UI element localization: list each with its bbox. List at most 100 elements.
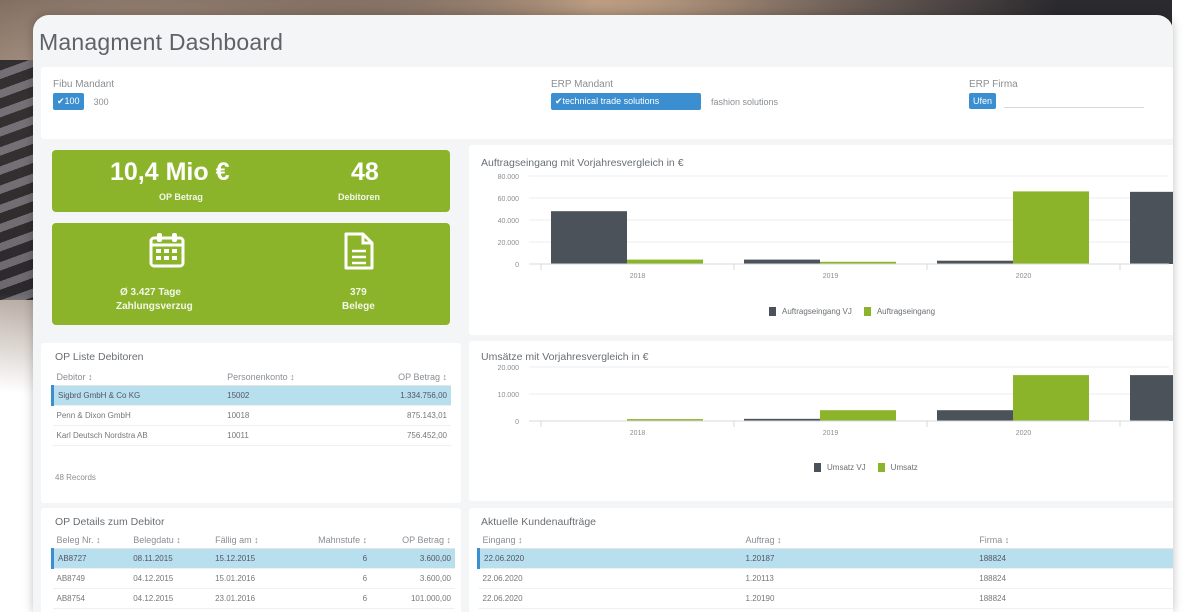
orders-row[interactable]: 22.06.2020 1.20190 188824 [478, 588, 1173, 609]
legend-orders-prev: Auftragseingang VJ [782, 307, 852, 316]
op-list-cell: 10018 [223, 405, 354, 426]
op-details-cell: 3.600,00 [371, 548, 455, 569]
op-details-cell: AB8749 [52, 568, 130, 589]
op-details-cell: 04.12.2015 [129, 588, 212, 609]
op-list-column-header[interactable]: Debitor ↕ [52, 369, 224, 386]
orders-cell: 22.06.2020 [478, 568, 742, 589]
orders-chart-bar[interactable] [744, 259, 820, 264]
payment-delay-value: Ø 3.427 Tage [120, 287, 181, 298]
op-list-table: Debitor ↕ Personenkonto ↕ OP Betrag ↕ Sigbr… [51, 369, 451, 446]
op-details-row[interactable]: AB8749 04.12.2015 15.01.2016 6 3.600,00 [52, 568, 455, 589]
orders-chart-bar[interactable] [551, 211, 627, 264]
op-list-cell: Sigbrd GmbH & Co KG [51, 385, 224, 406]
op-amount-label: OP Betrag [159, 192, 203, 202]
op-list-row[interactable]: Karl Deutsch Nordstra AB 10011 756.452,00 [52, 425, 451, 446]
op-list-cell: 756.452,00 [353, 425, 451, 446]
orders-chart-bar[interactable] [1013, 191, 1089, 264]
op-details-cell: 04.12.2015 [129, 568, 212, 589]
documents-label: Belege [342, 301, 375, 312]
sales-chart-bar[interactable] [1013, 375, 1089, 421]
op-list-cell: 1.334.756,00 [353, 385, 451, 406]
op-details-column-header[interactable]: Belegdatu ↕ [129, 532, 212, 549]
op-list-title: OP Liste Debitoren [55, 351, 144, 363]
documents-value: 379 [350, 287, 367, 298]
sales-chart-ytick-label: 0 [515, 419, 519, 426]
op-details-column-header[interactable]: Beleg Nr. ↕ [52, 532, 130, 549]
orders-panel: Aktuelle Kundenaufträge Eingang ↕ Auftrag… [469, 508, 1173, 612]
op-list-cell: Penn & Dixon GmbH [52, 405, 224, 426]
orders-chart-category-label: 2018 [630, 273, 646, 280]
orders-chart-category-label: 2020 [1016, 273, 1032, 280]
op-details-cell: 23.01.2016 [211, 588, 288, 609]
op-details-column-header[interactable]: OP Betrag ↕ [371, 532, 455, 549]
calendar-icon [149, 233, 185, 268]
sales-chart-bar[interactable] [937, 410, 1013, 421]
erp-firma-chip-selected[interactable]: Ufen [969, 93, 997, 109]
fibu-mandant-chip-other[interactable]: 300 [92, 94, 111, 110]
erp-mandant-chip-selected[interactable]: ✔technical trade solutions [551, 93, 701, 110]
legend-swatch-orders-prev [769, 307, 776, 316]
filter-bar: Fibu Mandant ✔100 300 ERP Mandant ✔techn… [41, 67, 1173, 139]
fibu-mandant-chip-selected[interactable]: ✔100 [53, 93, 84, 110]
op-details-column-header[interactable]: Fällig am ↕ [211, 532, 288, 549]
op-details-row[interactable]: AB8727 08.11.2015 15.12.2015 6 3.600,00 [51, 548, 455, 569]
orders-chart-panel: Auftragseingang mit Vorjahresvergleich i… [469, 145, 1173, 335]
orders-chart-bar[interactable] [1130, 191, 1173, 264]
op-list-footer: 48 Records [55, 473, 96, 482]
op-details-header-row: Beleg Nr. ↕ Belegdatu ↕ Fällig am ↕ Mahnstu… [52, 532, 455, 549]
op-details-column-header[interactable]: Mahnstufe ↕ [287, 532, 372, 549]
op-list-column-header[interactable]: Personenkonto ↕ [223, 369, 354, 386]
sales-chart-ytick-label: 20.000 [498, 365, 520, 372]
op-list-cell: 15002 [223, 385, 354, 406]
document-icon [344, 232, 374, 270]
op-details-row[interactable]: AB8754 04.12.2015 23.01.2016 6 101.000,00 [52, 588, 455, 609]
orders-row[interactable]: 22.06.2020 1.20113 188824 [478, 568, 1173, 589]
orders-chart-ytick-label: 80.000 [498, 174, 520, 181]
op-details-cell: 15.01.2016 [211, 568, 288, 589]
orders-chart-bar[interactable] [627, 259, 703, 264]
op-list-cell: Karl Deutsch Nordstra AB [52, 425, 224, 446]
orders-row[interactable]: 22.06.2020 1.20187 188824 [476, 548, 1173, 569]
orders-chart-category-label: 2019 [823, 273, 839, 280]
legend-orders: Auftragseingang [876, 307, 936, 316]
debtors-label: Debitoren [338, 192, 381, 202]
orders-chart-ytick-label: 20.000 [498, 240, 520, 247]
orders-column-header[interactable]: Firma ↕ [975, 532, 1173, 549]
orders-column-header[interactable]: Auftrag ↕ [741, 532, 976, 549]
orders-chart-legend: Auftragseingang VJ Auftragseingang [769, 307, 935, 316]
sales-chart-legend: Umsatz VJ Umsatz [814, 463, 918, 472]
orders-chart-ytick-label: 0 [515, 262, 519, 269]
sales-chart-bar[interactable] [1130, 375, 1173, 421]
orders-column-header[interactable]: Eingang ↕ [478, 532, 742, 549]
op-details-cell: 3.600,00 [371, 568, 455, 589]
orders-cell: 22.06.2020 [478, 588, 742, 609]
op-details-cell: 101.000,00 [371, 588, 455, 609]
op-details-cell: 15.12.2015 [211, 548, 288, 569]
legend-sales-prev: Umsatz VJ [827, 463, 866, 472]
op-list-cell: 10011 [223, 425, 354, 446]
orders-cell: 1.20190 [741, 588, 976, 609]
orders-cell: 1.20113 [741, 568, 976, 589]
op-list-column-header[interactable]: OP Betrag ↕ [353, 369, 451, 386]
orders-chart-ytick-label: 40.000 [498, 218, 520, 225]
sales-chart-title: Umsätze mit Vorjahresvergleich in € [481, 351, 649, 363]
erp-mandant-label: ERP Mandant [551, 79, 614, 90]
sales-chart-panel: Umsätze mit Vorjahresvergleich in € 20.0… [469, 341, 1173, 501]
debtors-value: 48 [351, 158, 379, 186]
erp-mandant-chip-other[interactable]: fashion solutions [709, 94, 780, 110]
orders-cell: 1.20187 [741, 548, 976, 569]
sales-chart-category-label: 2018 [630, 430, 646, 437]
op-details-panel: OP Details zum Debitor Beleg Nr. ↕ Belegd… [41, 508, 461, 612]
op-list-row[interactable]: Sigbrd GmbH & Co KG 15002 1.334.756,00 [51, 385, 451, 406]
op-details-cell: AB8727 [51, 548, 130, 569]
kpi-detail-tile: Ø 3.427 Tage Zahlungsverzug 379 Belege [52, 223, 450, 325]
legend-sales: Umsatz [890, 463, 918, 472]
orders-cell: 188824 [975, 588, 1173, 609]
sales-chart-bar[interactable] [820, 410, 896, 421]
fibu-mandant-filter: Fibu Mandant ✔100 300 [53, 79, 114, 110]
op-details-cell: AB8754 [52, 588, 130, 609]
orders-cell: 188824 [975, 568, 1173, 589]
legend-swatch-sales-prev [814, 463, 821, 472]
op-list-row[interactable]: Penn & Dixon GmbH 10018 875.143,01 [52, 405, 451, 426]
erp-firma-field[interactable] [1004, 94, 1145, 108]
